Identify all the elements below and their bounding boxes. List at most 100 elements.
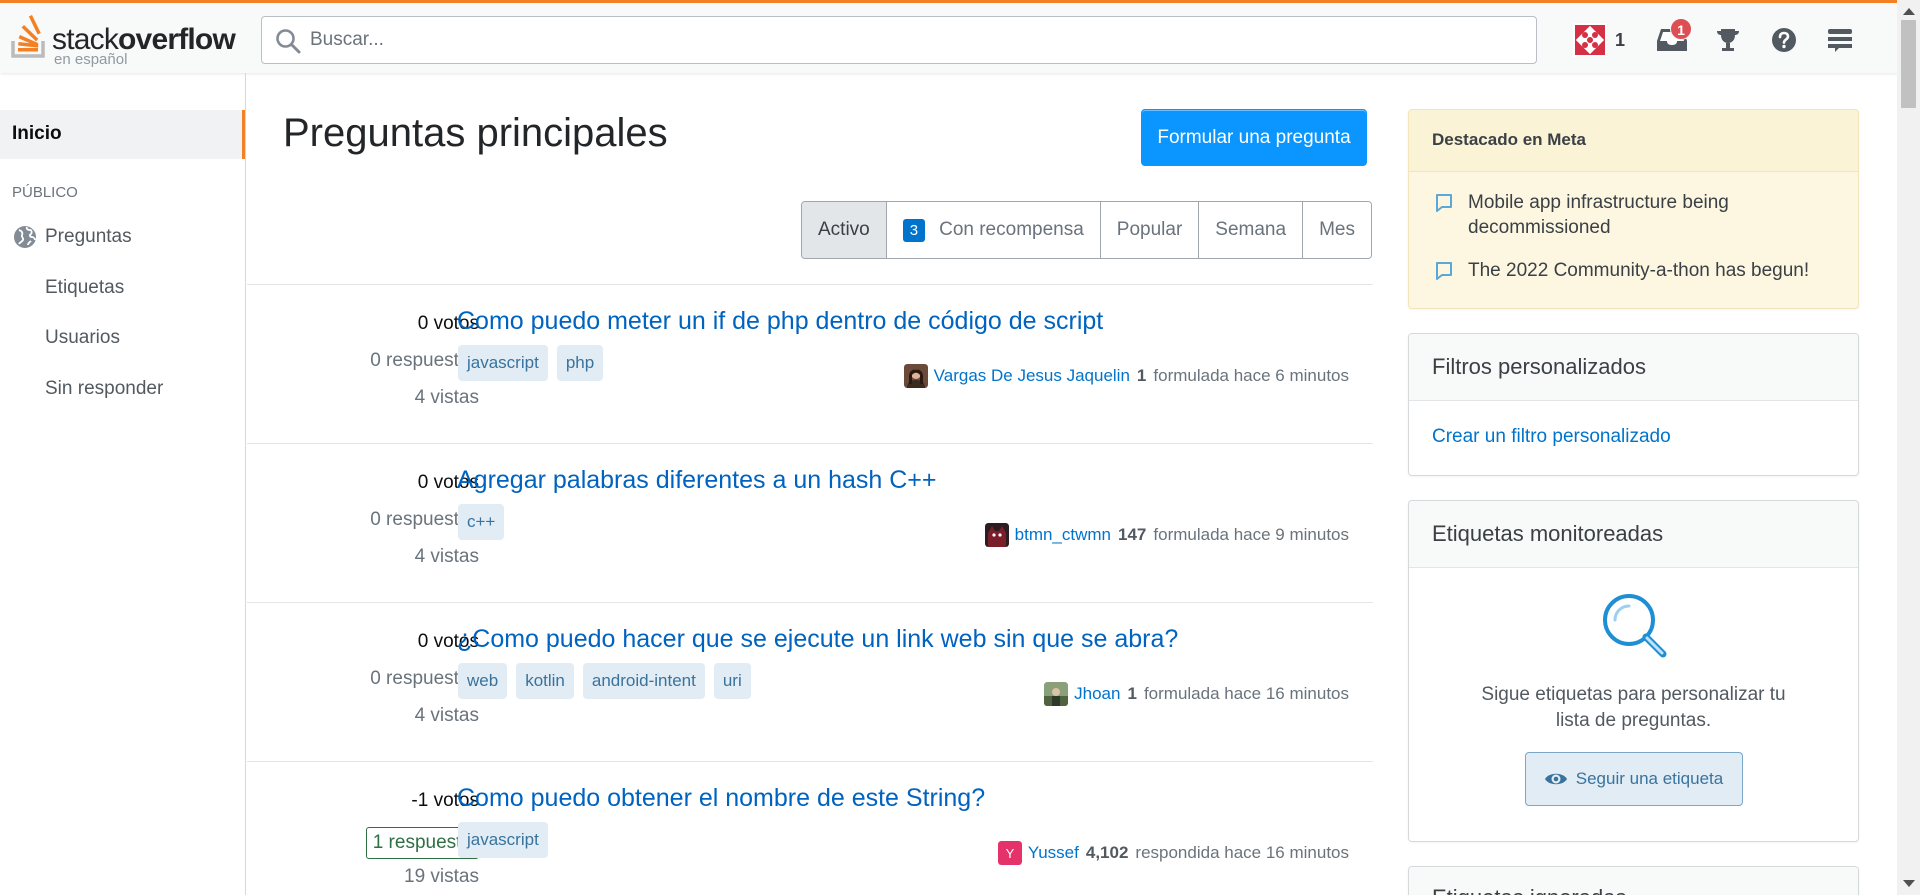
user-avatar[interactable] <box>903 364 928 388</box>
tag-web[interactable]: web <box>458 663 508 699</box>
trophy-icon <box>1717 29 1739 51</box>
site-logo[interactable]: stackoverflow en español <box>10 9 246 68</box>
view-count: 4 vistas <box>414 387 479 408</box>
question-time[interactable]: respondida hace 16 minutos <box>1135 843 1349 863</box>
owner-reputation: 4,102 <box>1085 843 1129 862</box>
featured-on-meta-title: Destacado en Meta <box>1409 110 1858 172</box>
question-title-link[interactable]: Agregar palabras diferentes a un hash C+… <box>457 466 936 495</box>
owner-reputation: 1 <box>1127 684 1137 703</box>
owner-name-link[interactable]: btmn_ctwmn <box>1015 525 1111 545</box>
question-tags: javascript <box>458 822 557 858</box>
nav-section-public: PÚBLICO <box>12 184 78 201</box>
question-owner: Vargas De Jesus Jaquelin 1 formulada hac… <box>903 364 1349 388</box>
nav-users[interactable]: Usuarios <box>0 317 245 357</box>
watched-tags-widget: Etiquetas monitoreadas Sigue etiquetas p… <box>1408 500 1859 842</box>
ask-question-button[interactable]: Formular una pregunta <box>1141 109 1367 166</box>
site-switcher-button[interactable] <box>1816 17 1864 63</box>
view-count: 19 vistas <box>404 866 479 887</box>
meta-post-title: Mobile app infrastructure being decommis… <box>1468 192 1729 238</box>
tag-php[interactable]: php <box>556 345 604 381</box>
nav-questions[interactable]: Preguntas <box>0 216 245 256</box>
tab-bounty[interactable]: 3 Con recompensa <box>886 202 1101 258</box>
main-content: Preguntas principales Formular una pregu… <box>247 73 1373 895</box>
meta-post-link[interactable]: The 2022 Community-a-thon has begun! <box>1409 258 1858 283</box>
vote-count: 0 votos <box>417 472 479 493</box>
meta-post-link[interactable]: Mobile app infrastructure being decommis… <box>1409 190 1858 240</box>
question-summary: 0 votos 0 respuestas 4 vistas Como puedo… <box>247 284 1373 443</box>
page-title: Preguntas principales <box>283 111 668 155</box>
user-avatar[interactable]: Y <box>997 841 1022 865</box>
question-title-link[interactable]: Como puedo meter un if de php dentro de … <box>457 307 1103 336</box>
tab-popular[interactable]: Popular <box>1100 202 1200 258</box>
question-list: 0 votos 0 respuestas 4 vistas Como puedo… <box>247 284 1373 895</box>
question-owner: Jhoan 1 formulada hace 16 minutos <box>1044 682 1349 706</box>
scroll-thumb[interactable] <box>1901 20 1916 108</box>
question-stats: 0 votos 0 respuestas 4 vistas <box>279 313 479 424</box>
chat-icon <box>1436 262 1452 280</box>
tag-cpp[interactable]: c++ <box>458 504 505 540</box>
question-title-link[interactable]: Como puedo obtener el nombre de este Str… <box>457 784 985 813</box>
scroll-up-arrow-icon[interactable] <box>1903 8 1915 15</box>
tag-kotlin[interactable]: kotlin <box>516 663 574 699</box>
tag-javascript[interactable]: javascript <box>458 345 548 381</box>
question-time[interactable]: formulada hace 16 minutos <box>1144 684 1349 704</box>
owner-name-link[interactable]: Jhoan <box>1074 684 1120 704</box>
answer-count: 0 respuestas <box>370 509 479 530</box>
avatar-initial: Y <box>1005 846 1014 861</box>
inbox-badge: 1 <box>1670 18 1692 40</box>
page-scrollbar[interactable] <box>1897 0 1920 895</box>
vote-count: -1 votos <box>411 790 479 811</box>
eye-icon <box>1544 773 1567 785</box>
question-stats: 0 votos 0 respuestas 4 vistas <box>279 472 479 583</box>
ignored-tags-title: Etiquetas ignoradas <box>1409 867 1858 895</box>
tab-month[interactable]: Mes <box>1303 202 1371 258</box>
logo-subtitle: en español <box>54 51 128 68</box>
question-tags: c++ <box>458 504 513 540</box>
featured-on-meta-widget: Destacado en Meta Mobile app infrastruct… <box>1408 109 1859 309</box>
tag-uri[interactable]: uri <box>713 663 751 699</box>
question-owner: Y Yussef 4,102 respondida hace 16 minuto… <box>997 841 1349 865</box>
vote-count: 0 votos <box>417 313 479 334</box>
nav-unanswered[interactable]: Sin responder <box>0 368 245 408</box>
stack-logo-icon <box>11 14 45 58</box>
question-title-link[interactable]: ¿Como puedo hacer que se ejecute un link… <box>457 625 1178 654</box>
scroll-down-arrow-icon[interactable] <box>1903 880 1915 887</box>
question-tags: web kotlin android-intent uri <box>458 663 760 699</box>
question-summary: -1 votos 1 respuesta 19 vistas Como pued… <box>247 761 1373 895</box>
search-input[interactable] <box>310 25 1510 55</box>
left-sidebar: Inicio PÚBLICO Preguntas Etiquetas Usuar… <box>0 73 246 895</box>
owner-name-link[interactable]: Yussef <box>1028 843 1079 863</box>
achievements-button[interactable] <box>1704 17 1752 63</box>
follow-tag-button[interactable]: Seguir una etiqueta <box>1524 752 1743 806</box>
question-tags: javascript php <box>458 345 612 381</box>
magnifier-icon <box>1602 594 1666 658</box>
create-custom-filter-link[interactable]: Crear un filtro personalizado <box>1409 401 1858 473</box>
tab-week[interactable]: Semana <box>1199 202 1304 258</box>
nav-questions-label: Preguntas <box>45 226 132 247</box>
tag-android-intent[interactable]: android-intent <box>582 663 705 699</box>
nav-home[interactable]: Inicio <box>0 110 245 159</box>
user-profile-button[interactable]: 1 <box>1566 17 1632 63</box>
owner-reputation: 147 <box>1118 525 1147 544</box>
search-icon <box>276 29 301 54</box>
ignored-tags-widget: Etiquetas ignoradas <box>1408 866 1859 895</box>
tab-active[interactable]: Activo <box>802 202 887 258</box>
nav-tags[interactable]: Etiquetas <box>0 267 245 307</box>
user-avatar[interactable] <box>984 523 1009 547</box>
question-owner: btmn_ctwmn 147 formulada hace 9 minutos <box>984 523 1349 547</box>
question-time[interactable]: formulada hace 9 minutos <box>1153 525 1349 545</box>
inbox-button[interactable]: 1 <box>1648 17 1696 63</box>
question-stats: -1 votos 1 respuesta 19 vistas <box>279 790 479 895</box>
answer-count: 0 respuestas <box>370 668 479 689</box>
tag-javascript[interactable]: javascript <box>458 822 548 858</box>
owner-name-link[interactable]: Vargas De Jesus Jaquelin <box>934 366 1130 386</box>
top-bar: stackoverflow en español 1 <box>0 0 1920 73</box>
custom-filters-title: Filtros personalizados <box>1409 334 1858 401</box>
question-time[interactable]: formulada hace 6 minutos <box>1153 366 1349 386</box>
follow-tag-label: Seguir una etiqueta <box>1575 769 1724 788</box>
user-avatar[interactable] <box>1044 682 1069 706</box>
watched-tags-description: Sigue etiquetas para personalizar tu lis… <box>1481 684 1786 731</box>
help-button[interactable] <box>1760 17 1808 63</box>
answer-count: 0 respuestas <box>370 350 479 371</box>
help-icon <box>1772 28 1796 52</box>
